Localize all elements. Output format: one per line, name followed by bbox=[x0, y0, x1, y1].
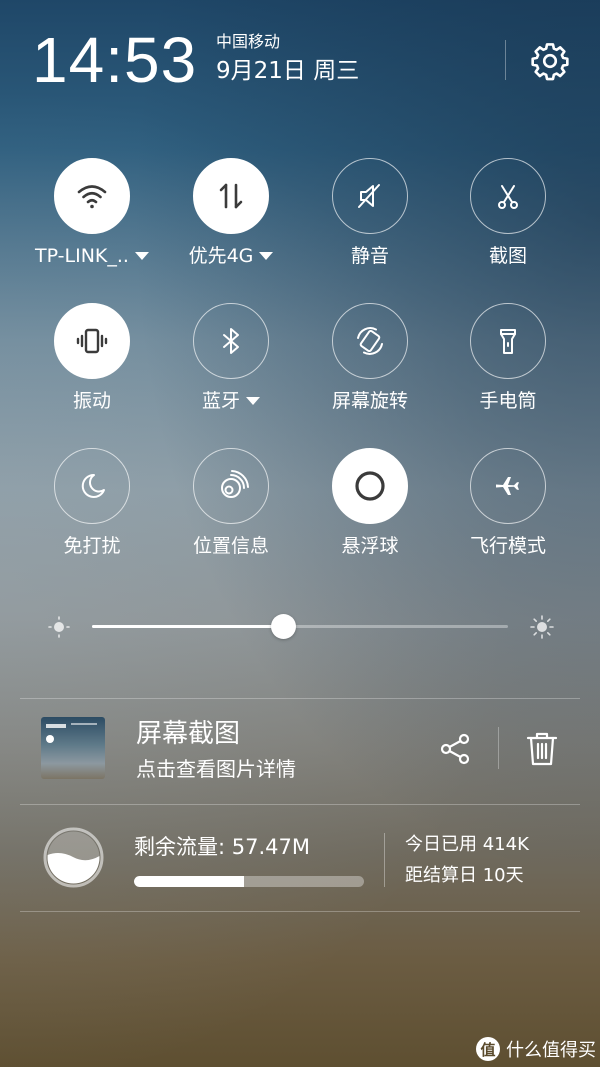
toggle-mute[interactable]: 静音 bbox=[300, 158, 440, 269]
data-usage-icon bbox=[43, 827, 104, 888]
bluetooth-toggle-circle[interactable] bbox=[193, 303, 269, 379]
vibrate-icon bbox=[76, 328, 108, 354]
toggle-floating-ball[interactable]: 悬浮球 bbox=[300, 448, 440, 559]
bluetooth-label: 蓝牙 bbox=[201, 390, 240, 412]
toggle-wifi[interactable]: TP-LINK_.. bbox=[22, 158, 162, 269]
location-icon bbox=[221, 470, 249, 498]
mobile-data-dropdown-arrow[interactable] bbox=[259, 252, 274, 260]
days-to-billing-label: 距结算日 10天 bbox=[405, 865, 524, 886]
toggle-vibrate[interactable]: 振动 bbox=[22, 303, 162, 414]
share-icon[interactable] bbox=[437, 731, 473, 767]
brightness-slider-knob[interactable] bbox=[270, 614, 296, 639]
wifi-label: TP-LINK_.. bbox=[35, 245, 129, 267]
carrier-name: 中国移动 bbox=[216, 32, 281, 51]
remaining-data-label: 剩余流量: 57.47M bbox=[134, 835, 310, 859]
divider bbox=[20, 804, 580, 805]
do-not-disturb-label: 免打扰 bbox=[63, 535, 121, 557]
airplane-toggle-circle[interactable] bbox=[470, 448, 546, 524]
toggle-location[interactable]: 位置信息 bbox=[161, 448, 301, 559]
mute-icon bbox=[358, 184, 380, 208]
wifi-icon bbox=[77, 185, 107, 209]
notification-subtitle[interactable]: 点击查看图片详情 bbox=[136, 756, 296, 782]
location-toggle-circle[interactable] bbox=[193, 448, 269, 524]
airplane-icon bbox=[496, 477, 519, 495]
brightness-high-icon bbox=[530, 615, 554, 639]
vibrate-label: 振动 bbox=[72, 390, 111, 412]
screenshot-toggle-circle[interactable] bbox=[470, 158, 546, 234]
watermark-text: 什么值得买 bbox=[506, 1040, 596, 1061]
toggle-airplane[interactable]: 飞行模式 bbox=[438, 448, 578, 559]
toggle-do-not-disturb[interactable]: 免打扰 bbox=[22, 448, 162, 559]
toggle-screenshot[interactable]: 截图 bbox=[438, 158, 578, 269]
today-used-label: 今日已用 414K bbox=[405, 834, 529, 855]
divider bbox=[20, 911, 580, 912]
mute-toggle-circle[interactable] bbox=[332, 158, 408, 234]
floating-ball-label: 悬浮球 bbox=[341, 535, 399, 557]
moon-icon bbox=[81, 473, 105, 498]
brightness-low-icon bbox=[48, 616, 70, 638]
watermark-badge: 值 bbox=[476, 1037, 500, 1061]
toggle-mobile-data[interactable]: 优先4G bbox=[161, 158, 301, 269]
do-not-disturb-toggle-circle[interactable] bbox=[54, 448, 130, 524]
toggle-rotate[interactable]: 屏幕旋转 bbox=[300, 303, 440, 414]
airplane-label: 飞行模式 bbox=[469, 535, 546, 557]
flashlight-icon bbox=[500, 329, 516, 354]
brightness-slider-fill bbox=[92, 625, 284, 628]
floating-ball-icon bbox=[355, 471, 385, 501]
flashlight-toggle-circle[interactable] bbox=[470, 303, 546, 379]
rotate-toggle-circle[interactable] bbox=[332, 303, 408, 379]
flashlight-label: 手电筒 bbox=[479, 390, 537, 412]
gear-icon[interactable] bbox=[529, 40, 571, 82]
screenshot-thumbnail[interactable] bbox=[41, 717, 105, 779]
floating-ball-toggle-circle[interactable] bbox=[332, 448, 408, 524]
bluetooth-icon bbox=[223, 328, 239, 354]
notification-divider bbox=[498, 727, 499, 769]
bluetooth-dropdown-arrow[interactable] bbox=[246, 397, 260, 405]
scissors-icon bbox=[498, 185, 518, 209]
date-label: 9月21日 周三 bbox=[216, 58, 360, 84]
divider bbox=[20, 698, 580, 699]
wifi-dropdown-arrow[interactable] bbox=[134, 252, 149, 260]
toggle-bluetooth[interactable]: 蓝牙 bbox=[161, 303, 301, 414]
trash-icon[interactable] bbox=[524, 730, 560, 768]
wifi-toggle-circle[interactable] bbox=[54, 158, 130, 234]
rotate-icon bbox=[357, 327, 383, 355]
data-divider bbox=[384, 833, 385, 887]
screenshot-label: 截图 bbox=[488, 245, 527, 267]
vibrate-toggle-circle[interactable] bbox=[54, 303, 130, 379]
data-usage-bar bbox=[134, 876, 364, 887]
notification-title[interactable]: 屏幕截图 bbox=[136, 717, 240, 751]
rotate-label: 屏幕旋转 bbox=[331, 390, 408, 412]
mobile-data-toggle-circle[interactable] bbox=[193, 158, 269, 234]
header-divider bbox=[505, 40, 506, 80]
mobile-data-label: 优先4G bbox=[188, 245, 254, 267]
watermark: 值 什么值得买 bbox=[476, 1036, 596, 1062]
location-label: 位置信息 bbox=[192, 535, 269, 557]
toggle-flashlight[interactable]: 手电筒 bbox=[438, 303, 578, 414]
clock-time: 14:53 bbox=[32, 24, 198, 96]
data-usage-bar-fill bbox=[134, 876, 245, 887]
mobile-data-icon bbox=[219, 183, 243, 209]
mute-label: 静音 bbox=[350, 245, 389, 267]
